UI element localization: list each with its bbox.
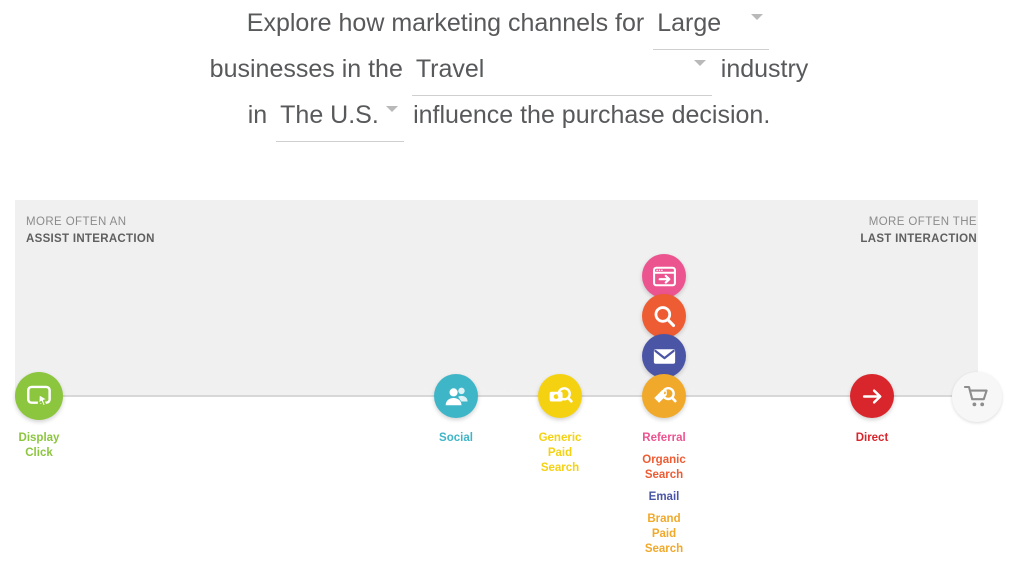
channel-bubble-direct-arrow[interactable] [850, 374, 894, 418]
axis-label-assist-bottom: ASSIST INTERACTION [26, 233, 155, 245]
display-click-icon [26, 385, 51, 407]
channel-label-line: Search [644, 543, 684, 555]
shopping-cart-icon [964, 385, 988, 407]
email-envelope-icon [653, 348, 675, 364]
channel-label-line: Referral [642, 432, 686, 444]
channel-bubble-referral-browser[interactable] [642, 254, 686, 298]
region-value: The U.S. [280, 101, 379, 129]
headline-text-part4: in [247, 101, 268, 129]
region-dropdown[interactable]: The U.S. [276, 92, 405, 142]
business-size-value: Large [657, 9, 722, 37]
channel-bubble-brand-paid-search[interactable] [642, 374, 686, 418]
business-size-dropdown[interactable]: Large [653, 0, 770, 50]
chevron-down-icon [386, 106, 399, 112]
channel-label-line: Email [648, 491, 680, 503]
channel-label-referral[interactable]: Referral [604, 431, 724, 446]
channel-label-line: Click [25, 447, 53, 459]
axis-label-last-bottom: LAST INTERACTION [860, 233, 977, 245]
channel-label-line: Generic [538, 432, 582, 444]
brand-paid-search-icon [653, 386, 677, 403]
sentence-builder-headline: Explore how marketing channels for Large… [0, 0, 1018, 160]
industry-dropdown[interactable]: Travel [411, 46, 712, 96]
axis-label-assist-top: MORE OFTEN AN [26, 216, 127, 228]
axis-label-last-interaction: MORE OFTEN THE LAST INTERACTION [860, 214, 977, 248]
axis-label-assist-interaction: MORE OFTEN AN ASSIST INTERACTION [26, 214, 155, 248]
headline-text-part2: businesses in the [209, 55, 403, 83]
social-people-icon [445, 387, 468, 405]
channel-label-line: Organic [642, 454, 686, 466]
channel-label-line: Brand [647, 513, 681, 525]
channel-label-line: Paid [651, 528, 677, 540]
headline-text-part1: Explore how marketing channels for [246, 9, 645, 37]
channel-label-organic-search[interactable]: Organic Search [604, 453, 724, 483]
headline-line-2: businesses in the Travel industry [0, 46, 1018, 96]
interaction-axis-line [15, 395, 978, 397]
channel-label-brand-paid-search[interactable]: Brand Paid Search [604, 512, 724, 557]
headline-text-part5: influence the purchase decision. [413, 101, 771, 129]
chevron-down-icon [751, 14, 764, 20]
headline-line-3: in The U.S. influence the purchase decis… [0, 92, 1018, 142]
referral-browser-icon [652, 266, 676, 286]
channel-bubble-email-envelope[interactable] [642, 334, 686, 378]
stacked-channel-labels: Referral Organic Search Email Brand Paid Searc… [604, 431, 724, 557]
chevron-down-icon [693, 60, 706, 66]
channel-label-social-people[interactable]: Social [396, 431, 516, 446]
channel-label-email[interactable]: Email [604, 490, 724, 505]
channel-label-direct-arrow[interactable]: Direct [812, 431, 932, 446]
headline-text-part3: industry [720, 55, 809, 83]
industry-value: Travel [415, 55, 485, 83]
channel-label-line: Social [439, 432, 473, 444]
channel-bubble-display-click[interactable] [15, 372, 63, 420]
channel-label-line: Direct [855, 432, 889, 444]
channel-label-line: Search [540, 462, 580, 474]
headline-line-1: Explore how marketing channels for Large [0, 0, 1018, 50]
channel-label-generic-paid-search[interactable]: Generic Paid Search [500, 431, 620, 476]
direct-arrow-icon [862, 388, 881, 404]
channel-bubble-organic-search[interactable] [642, 294, 686, 338]
channel-bubble-generic-paid-search[interactable] [538, 374, 582, 418]
shopping-cart-endpoint [952, 372, 1002, 422]
axis-label-last-top: MORE OFTEN THE [868, 216, 977, 228]
organic-search-icon [654, 305, 675, 327]
generic-paid-search-icon [549, 386, 573, 403]
channel-label-line: Display [18, 432, 60, 444]
channel-bubble-social-people[interactable] [434, 374, 478, 418]
channel-label-line: Paid [547, 447, 573, 459]
channel-label-display-click[interactable]: Display Click [0, 431, 99, 461]
channel-label-line: Search [644, 469, 684, 481]
